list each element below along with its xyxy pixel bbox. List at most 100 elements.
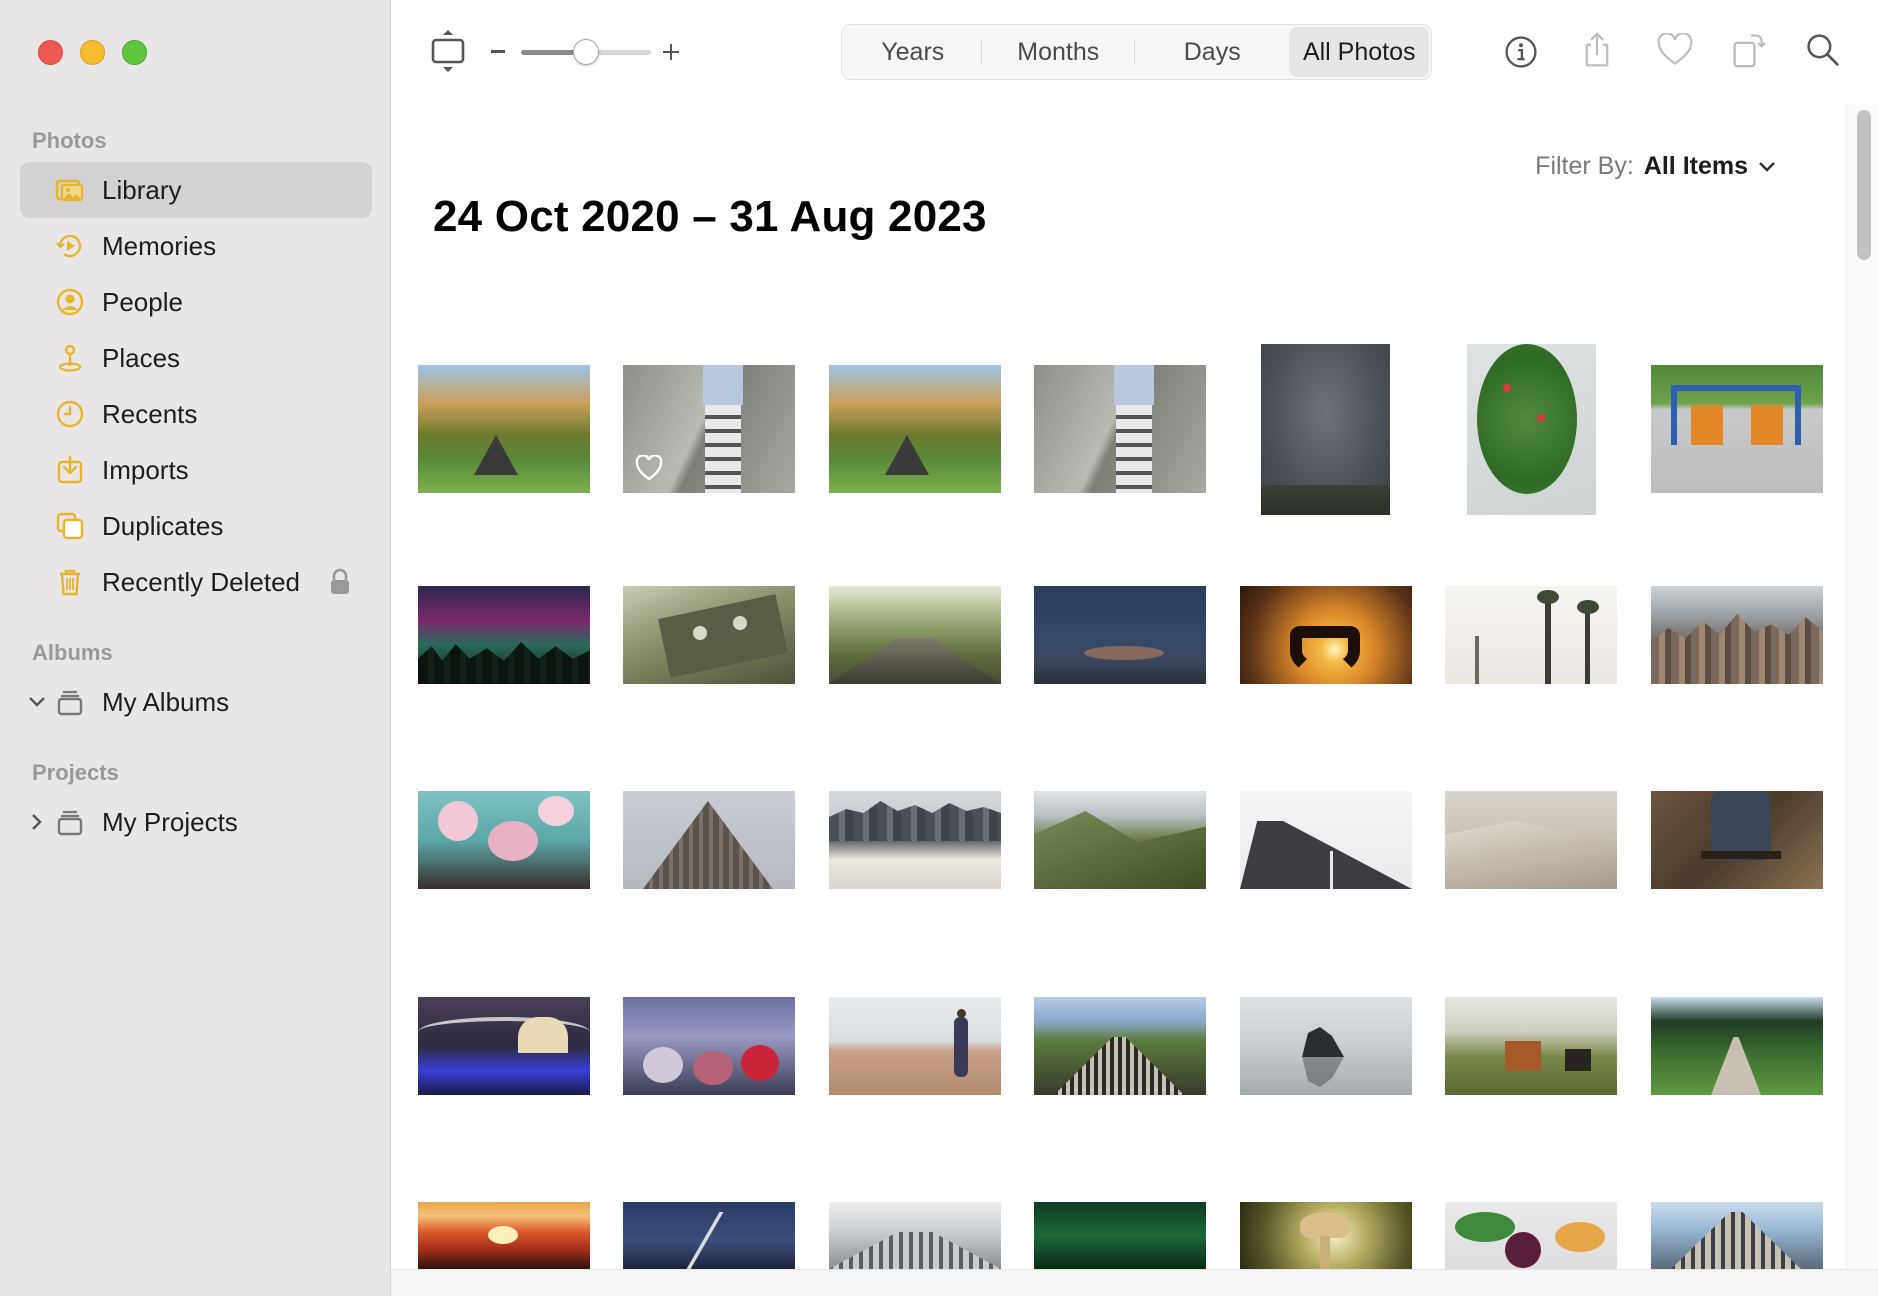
section-label-projects: Projects: [32, 760, 119, 785]
photo-thumbnail[interactable]: [829, 1202, 1001, 1269]
tab-days[interactable]: Days: [1135, 27, 1289, 77]
photo-thumbnail[interactable]: [1651, 1202, 1823, 1269]
photo-thumbnail[interactable]: [1651, 365, 1823, 493]
horizontal-scrollbar: [391, 1269, 1878, 1296]
photo-thumbnail[interactable]: [1651, 791, 1823, 889]
photo-thumbnail[interactable]: [623, 365, 795, 493]
heart-icon[interactable]: [1653, 30, 1697, 70]
duplicates-icon: [52, 508, 88, 544]
info-icon[interactable]: [1501, 32, 1541, 72]
sidebar-item-label: Imports: [102, 454, 189, 485]
rotate-icon[interactable]: [1729, 28, 1769, 72]
zoom-slider-handle[interactable]: [573, 39, 599, 65]
zoom-out-icon[interactable]: [491, 50, 505, 53]
photo-thumbnail[interactable]: [829, 997, 1001, 1095]
tab-all-photos[interactable]: All Photos: [1289, 27, 1429, 77]
photo-thumbnail[interactable]: [829, 365, 1001, 493]
sidebar-item-label: Recents: [102, 398, 198, 429]
sidebar-item-duplicates[interactable]: Duplicates: [20, 498, 372, 554]
filter-value: All Items: [1643, 152, 1748, 180]
filter-by-control[interactable]: Filter By: All Items: [1535, 152, 1776, 181]
imports-icon: [52, 452, 88, 488]
photo-thumbnail[interactable]: [1034, 791, 1206, 889]
trash-icon: [52, 564, 88, 600]
minimize-window-button[interactable]: [80, 40, 105, 65]
photo-thumbnail[interactable]: [1445, 791, 1617, 889]
project-stack-icon: [52, 804, 88, 840]
sidebar-item-label: Duplicates: [102, 510, 224, 541]
zoom-in-icon[interactable]: [663, 44, 679, 60]
photo-thumbnail[interactable]: [1034, 997, 1206, 1095]
places-icon: [52, 340, 88, 376]
clock-icon: [52, 396, 88, 432]
window-controls: [38, 40, 147, 65]
sidebar-item-places[interactable]: Places: [20, 330, 372, 386]
zoom-window-button[interactable]: [122, 40, 147, 65]
photo-thumbnail[interactable]: [1240, 586, 1412, 684]
sidebar-item-recently-deleted[interactable]: Recently Deleted: [20, 554, 372, 610]
photo-thumbnail[interactable]: [1445, 586, 1617, 684]
photo-thumbnail[interactable]: [1651, 586, 1823, 684]
sidebar: Photos Library Memories People Places Re…: [0, 0, 391, 1296]
toolbar: Years Months Days All Photos: [391, 0, 1878, 104]
photo-thumbnail[interactable]: [623, 586, 795, 684]
photo-thumbnail[interactable]: [1240, 1202, 1412, 1269]
sidebar-item-people[interactable]: People: [20, 274, 372, 330]
section-label-albums: Albums: [32, 640, 113, 665]
photo-thumbnail[interactable]: [1445, 997, 1617, 1095]
view-segmented-control: Years Months Days All Photos: [841, 24, 1432, 80]
photo-thumbnail[interactable]: [623, 1202, 795, 1269]
photo-thumbnail[interactable]: [1445, 1202, 1617, 1269]
sidebar-item-imports[interactable]: Imports: [20, 442, 372, 498]
photo-thumbnail[interactable]: [829, 791, 1001, 889]
vertical-scrollbar[interactable]: [1846, 104, 1878, 1269]
photo-thumbnail[interactable]: [1240, 997, 1412, 1095]
photo-thumbnail[interactable]: [1034, 586, 1206, 684]
close-window-button[interactable]: [38, 40, 63, 65]
photo-thumbnail[interactable]: [418, 586, 590, 684]
photo-thumbnail[interactable]: [1240, 791, 1412, 889]
search-icon[interactable]: [1803, 30, 1843, 70]
photo-thumbnail[interactable]: [623, 997, 795, 1095]
photo-thumbnail[interactable]: [418, 791, 590, 889]
photo-thumbnail[interactable]: [1467, 344, 1596, 515]
people-icon: [52, 284, 88, 320]
lock-icon: [328, 568, 352, 596]
chevron-right-icon[interactable]: [26, 811, 48, 833]
photo-thumbnail[interactable]: [623, 791, 795, 889]
chevron-down-icon[interactable]: [26, 691, 48, 713]
sidebar-item-recents[interactable]: Recents: [20, 386, 372, 442]
library-icon: [52, 172, 88, 208]
sidebar-item-label: My Albums: [102, 686, 230, 717]
sidebar-item-library[interactable]: Library: [20, 162, 372, 218]
scrollbar-thumb[interactable]: [1857, 110, 1871, 260]
favorite-heart-icon: [635, 455, 663, 481]
sidebar-item-label: Library: [102, 174, 182, 205]
sidebar-item-my-projects[interactable]: My Projects: [20, 794, 372, 850]
sidebar-item-memories[interactable]: Memories: [20, 218, 372, 274]
sidebar-item-my-albums[interactable]: My Albums: [20, 674, 372, 730]
tab-years[interactable]: Years: [844, 27, 982, 77]
photo-thumbnail[interactable]: [418, 365, 590, 493]
tab-months[interactable]: Months: [982, 27, 1136, 77]
photo-thumbnail[interactable]: [1261, 344, 1390, 515]
memories-icon: [52, 228, 88, 264]
page-title: 24 Oct 2020 – 31 Aug 2023: [433, 192, 987, 241]
section-label-photos: Photos: [32, 128, 107, 153]
photo-thumbnail[interactable]: [1651, 997, 1823, 1095]
sidebar-item-label: People: [102, 286, 183, 317]
share-icon[interactable]: [1577, 28, 1617, 72]
photo-thumbnail[interactable]: [829, 586, 1001, 684]
album-stack-icon: [52, 684, 88, 720]
aspect-toggle-icon[interactable]: [427, 28, 469, 74]
sidebar-item-label: Recently Deleted: [102, 566, 300, 597]
photo-thumbnail[interactable]: [1034, 1202, 1206, 1269]
sidebar-item-label: My Projects: [102, 806, 238, 837]
photo-thumbnail[interactable]: [1034, 365, 1206, 493]
filter-label: Filter By:: [1535, 152, 1634, 180]
sidebar-item-label: Places: [102, 342, 181, 373]
photo-library-content: Filter By: All Items 24 Oct 2020 – 31 Au…: [391, 104, 1846, 1269]
photos-window: Photos Library Memories People Places Re…: [0, 0, 1878, 1296]
photo-thumbnail[interactable]: [418, 1202, 590, 1269]
photo-thumbnail[interactable]: [418, 997, 590, 1095]
